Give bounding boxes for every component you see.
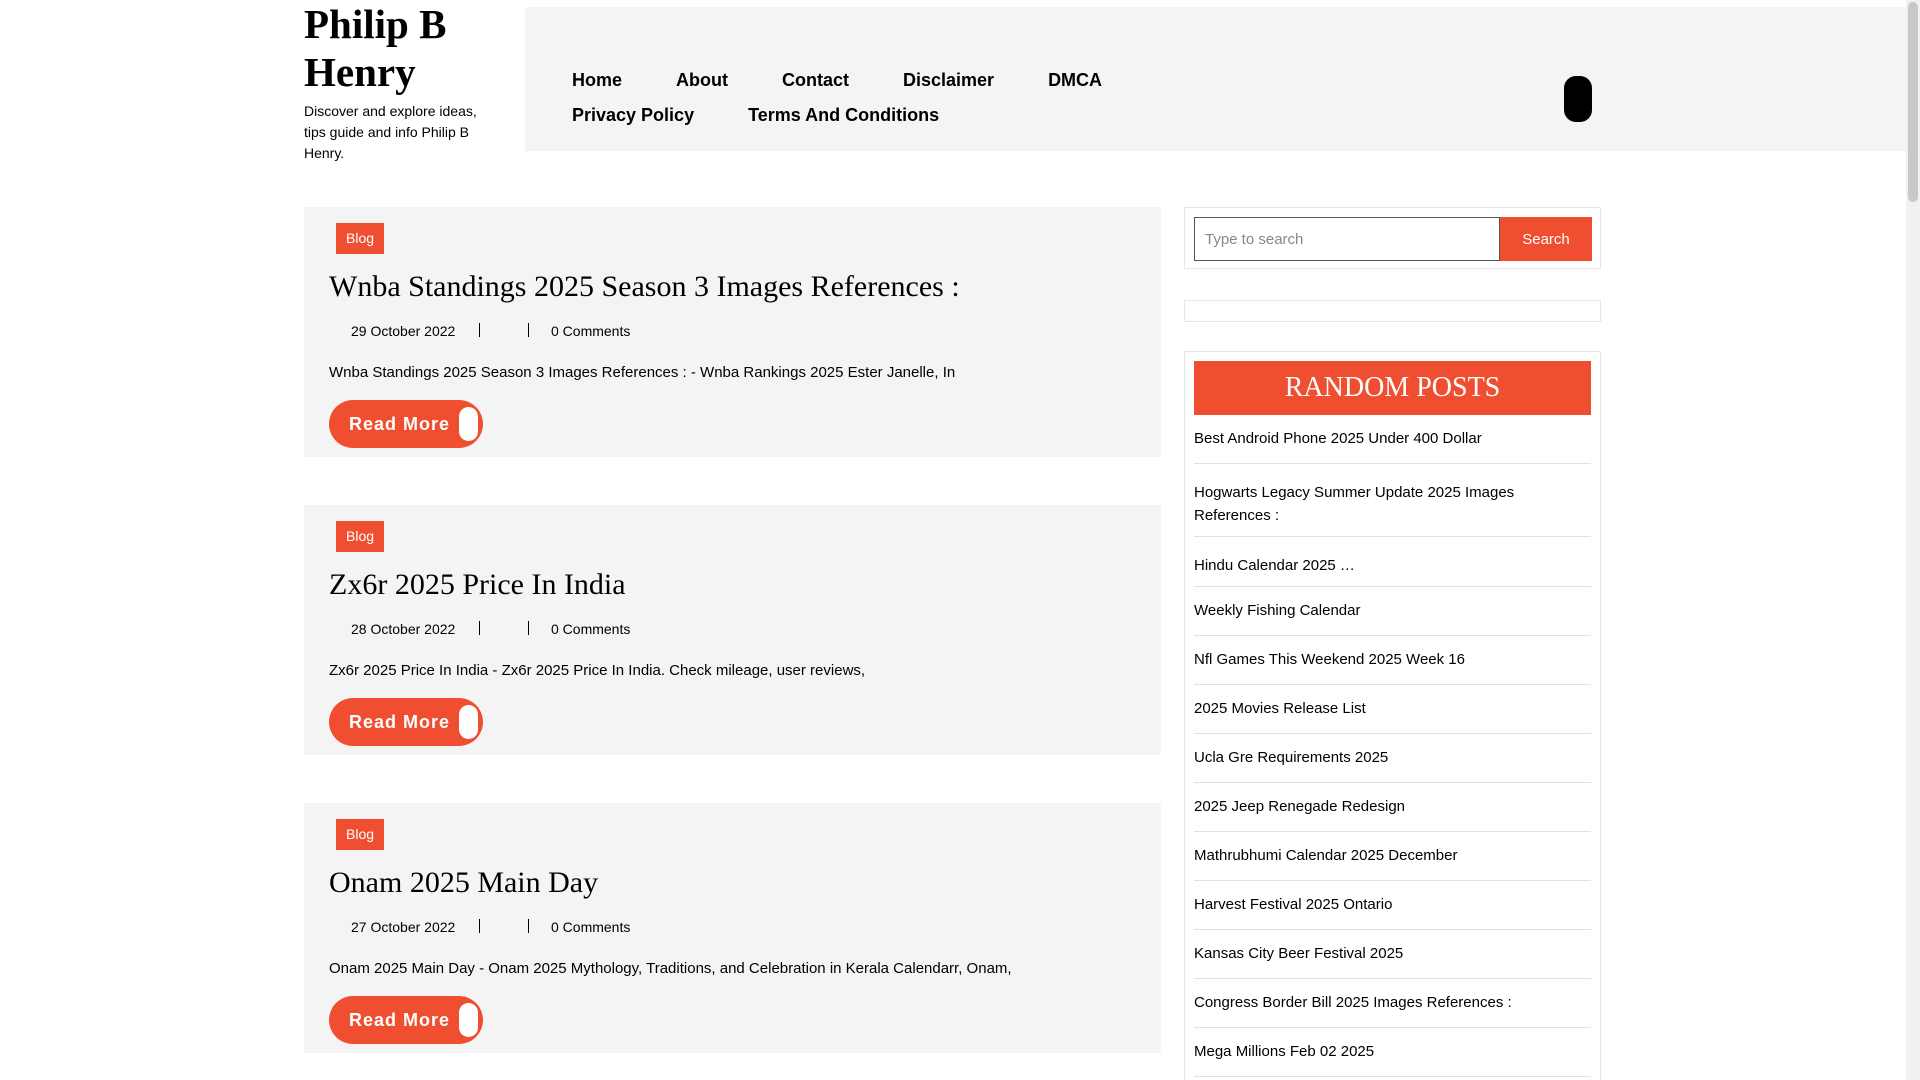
site-title[interactable]: Philip B Henry [304, 0, 504, 96]
post-date: 29 October 2022 [351, 323, 456, 339]
post-card: Blog Wnba Standings 2025 Season 3 Images… [304, 207, 1161, 457]
random-post-link[interactable]: Ucla Gre Requirements 2025 [1194, 734, 1591, 783]
main-navigation: Home About Contact Disclaimer DMCA Priva… [525, 7, 1908, 151]
meta-divider [528, 323, 529, 337]
random-post-link[interactable]: 2025 Movies Release List [1194, 685, 1591, 734]
site-title-line-1[interactable]: Philip B [304, 0, 504, 48]
read-more-button[interactable]: Read More [329, 698, 483, 746]
meta-divider [479, 621, 480, 635]
read-more-label: Read More [349, 414, 451, 434]
nav-menu: Home About Contact Disclaimer DMCA Priva… [572, 69, 1332, 127]
read-more-pill-icon [459, 1003, 478, 1037]
search-widget: Search [1184, 207, 1601, 269]
post-card: Blog Onam 2025 Main Day 27 October 2022 … [304, 803, 1161, 1053]
site-description: Discover and explore ideas, tips guide a… [304, 103, 477, 161]
search-button[interactable]: Search [1500, 217, 1592, 261]
read-more-label: Read More [349, 712, 451, 732]
random-post-link[interactable]: Kansas City Beer Festival 2025 [1194, 930, 1591, 979]
site-title-line-2[interactable]: Henry [304, 48, 504, 96]
read-more-pill-icon [459, 705, 478, 739]
empty-widget [1184, 300, 1601, 322]
post-title[interactable]: Wnba Standings 2025 Season 3 Images Refe… [329, 267, 960, 307]
random-post-link[interactable]: Harvest Festival 2025 Ontario [1194, 881, 1591, 930]
post-excerpt: Zx6r 2025 Price In India - Zx6r 2025 Pri… [329, 662, 866, 679]
random-post-link[interactable]: Weekly Fishing Calendar [1194, 587, 1591, 636]
post-comments-link[interactable]: 0 Comments [551, 917, 630, 937]
search-input[interactable] [1194, 217, 1500, 261]
random-post-link[interactable]: Mathrubhumi Calendar 2025 December [1194, 832, 1591, 881]
random-posts-list: Best Android Phone 2025 Under 400 Dollar… [1194, 415, 1591, 1077]
menu-toggle-icon[interactable] [1564, 76, 1592, 122]
meta-divider [479, 323, 480, 337]
post-comments-link[interactable]: 0 Comments [551, 619, 630, 639]
page: Philip B Henry Discover and explore idea… [0, 0, 1920, 1080]
nav-item-disclaimer[interactable]: Disclaimer [903, 69, 994, 92]
random-post-link[interactable]: Hogwarts Legacy Summer Update 2025 Image… [1194, 464, 1591, 537]
read-more-pill-icon [459, 407, 478, 441]
read-more-button[interactable]: Read More [329, 400, 483, 448]
nav-item-home[interactable]: Home [572, 69, 622, 92]
random-post-link[interactable]: Mega Millions Feb 02 2025 [1194, 1028, 1591, 1077]
post-category-badge[interactable]: Blog [336, 819, 385, 850]
random-post-link[interactable]: Hindu Calendar 2025 … [1194, 537, 1591, 587]
random-posts-heading: RANDOM POSTS [1194, 361, 1591, 415]
site-branding: Philip B Henry Discover and explore idea… [304, 0, 504, 164]
post-title[interactable]: Onam 2025 Main Day [329, 863, 598, 903]
nav-item-terms-and-conditions[interactable]: Terms And Conditions [748, 104, 939, 127]
random-posts-widget: RANDOM POSTS Best Android Phone 2025 Und… [1184, 351, 1601, 1080]
post-excerpt: Onam 2025 Main Day - Onam 2025 Mythology… [329, 960, 1012, 977]
post-comments-link[interactable]: 0 Comments [551, 321, 630, 341]
random-post-link[interactable]: Best Android Phone 2025 Under 400 Dollar [1194, 415, 1591, 464]
post-date: 27 October 2022 [351, 919, 456, 935]
post-category-badge[interactable]: Blog [336, 521, 385, 552]
post-category-badge[interactable]: Blog [336, 223, 385, 254]
random-post-link[interactable]: Congress Border Bill 2025 Images Referen… [1194, 979, 1591, 1028]
meta-divider [528, 621, 529, 635]
post-date: 28 October 2022 [351, 621, 456, 637]
nav-item-about[interactable]: About [676, 69, 728, 92]
post-excerpt: Wnba Standings 2025 Season 3 Images Refe… [329, 364, 956, 381]
random-post-link[interactable]: 2025 Jeep Renegade Redesign [1194, 783, 1591, 832]
meta-divider [479, 919, 480, 933]
nav-item-contact[interactable]: Contact [782, 69, 849, 92]
page-scrollbar-thumb[interactable] [1908, 2, 1918, 202]
read-more-label: Read More [349, 1010, 451, 1030]
nav-item-privacy-policy[interactable]: Privacy Policy [572, 104, 694, 127]
meta-divider [528, 919, 529, 933]
nav-item-dmca[interactable]: DMCA [1048, 69, 1102, 92]
random-post-link[interactable]: Nfl Games This Weekend 2025 Week 16 [1194, 636, 1591, 685]
read-more-button[interactable]: Read More [329, 996, 483, 1044]
post-title[interactable]: Zx6r 2025 Price In India [329, 565, 626, 605]
post-card: Blog Zx6r 2025 Price In India 28 October… [304, 505, 1161, 755]
